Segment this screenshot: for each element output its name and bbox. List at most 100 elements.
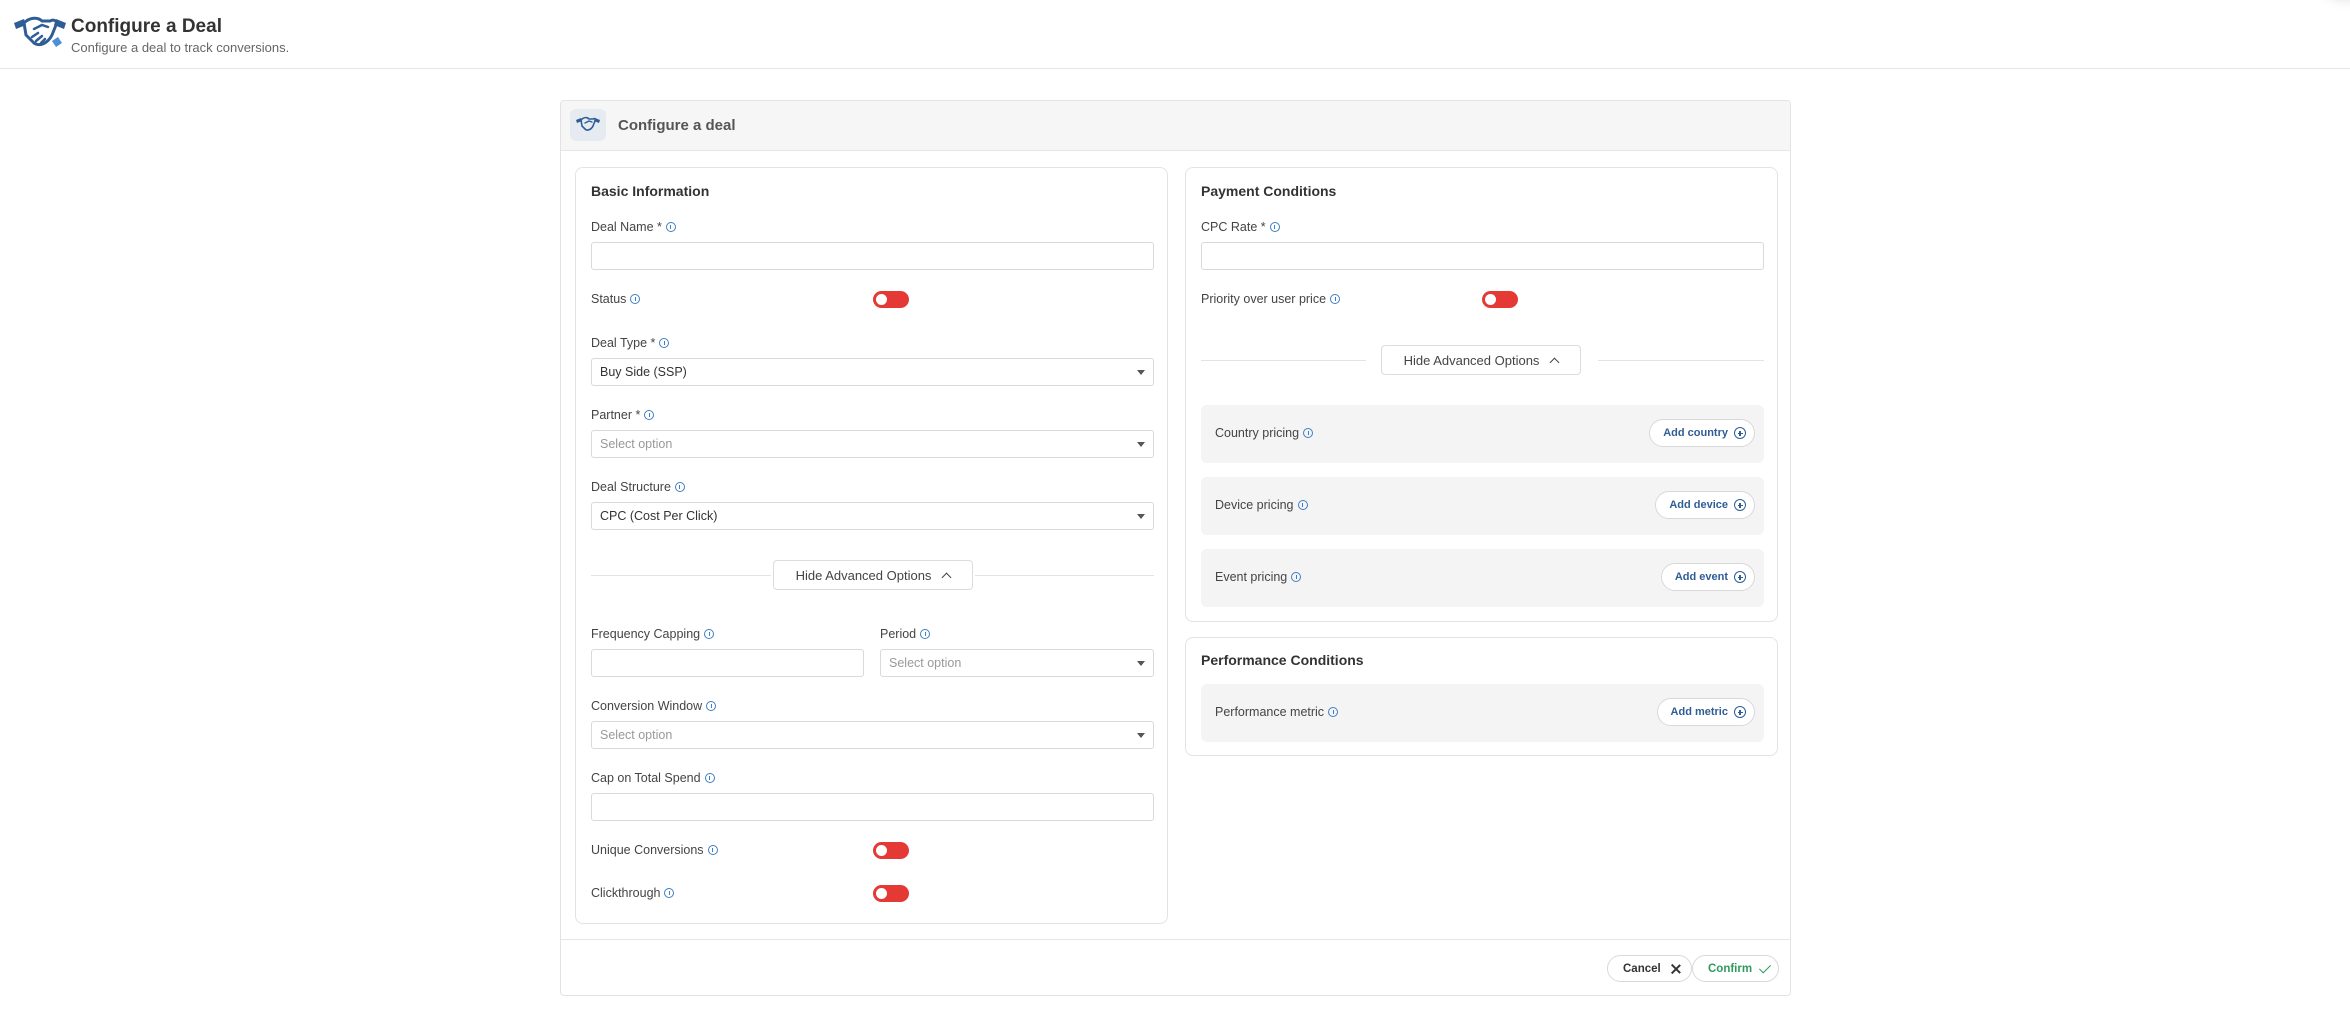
frequency-capping-label: Frequency Capping: [591, 627, 715, 641]
clickthrough-label: Clickthrough: [591, 886, 675, 900]
chevron-up-icon: [941, 572, 952, 582]
app-header: Configure a Deal Configure a deal to tra…: [0, 0, 2350, 69]
info-icon[interactable]: [1297, 500, 1308, 510]
info-icon[interactable]: [1330, 294, 1341, 304]
performance-metric-row: Performance metric Add metric: [1201, 684, 1764, 742]
info-icon[interactable]: [659, 338, 670, 348]
add-device-button[interactable]: Add device: [1655, 491, 1755, 519]
check-icon: [1759, 960, 1772, 974]
country-pricing-label-text: Country pricing: [1215, 426, 1300, 440]
handshake-icon: [14, 16, 66, 47]
caret-down-icon: [1137, 370, 1145, 375]
priority-label-text: Priority over user price: [1201, 292, 1327, 306]
add-country-label: Add country: [1663, 427, 1728, 439]
cpc-rate-label: CPC Rate *: [1201, 220, 1280, 234]
cap-total-spend-label: Cap on Total Spend: [591, 771, 715, 785]
unique-conversions-toggle[interactable]: [873, 842, 909, 859]
handshake-icon: [576, 116, 600, 131]
status-toggle[interactable]: [873, 291, 909, 308]
frequency-capping-input[interactable]: [591, 649, 864, 677]
add-device-label: Add device: [1669, 499, 1728, 511]
cancel-button[interactable]: Cancel: [1607, 955, 1692, 982]
performance-metric-label-text: Performance metric: [1215, 705, 1325, 719]
toggle-knob: [876, 294, 887, 305]
deal-type-label-text: Deal Type *: [591, 336, 656, 350]
card-header-icon-badge: [570, 109, 606, 141]
clickthrough-toggle[interactable]: [873, 885, 909, 902]
cancel-label: Cancel: [1623, 962, 1661, 975]
hide-advanced-options-label: Hide Advanced Options: [795, 567, 932, 583]
deal-structure-select[interactable]: CPC (Cost Per Click): [591, 502, 1154, 530]
payment-conditions-section: Payment Conditions CPC Rate * Priority o…: [1185, 167, 1778, 622]
deal-name-label-text: Deal Name *: [591, 220, 662, 234]
device-pricing-label-text: Device pricing: [1215, 498, 1294, 512]
deal-structure-label-text: Deal Structure: [591, 480, 671, 494]
info-icon[interactable]: [704, 629, 715, 639]
info-icon[interactable]: [664, 888, 675, 898]
add-event-button[interactable]: Add event: [1660, 563, 1755, 591]
add-metric-label: Add metric: [1670, 706, 1728, 718]
deal-type-select[interactable]: Buy Side (SSP): [591, 358, 1154, 386]
deal-type-value: Buy Side (SSP): [600, 365, 687, 379]
info-icon[interactable]: [674, 482, 685, 492]
conversion-window-select[interactable]: Select option: [591, 721, 1154, 749]
conversion-window-label: Conversion Window: [591, 699, 717, 713]
partner-placeholder: Select option: [600, 437, 673, 451]
page-subtitle: Configure a deal to track conversions.: [71, 40, 290, 55]
divider: [591, 575, 771, 576]
cap-total-spend-input[interactable]: [591, 793, 1154, 821]
deal-name-input[interactable]: [591, 242, 1154, 270]
priority-over-user-price-toggle[interactable]: [1482, 291, 1518, 308]
basic-information-section: Basic Information Deal Name * Status Dea…: [575, 167, 1168, 924]
divider: [975, 575, 1154, 576]
info-icon[interactable]: [630, 294, 641, 304]
hide-advanced-options-button[interactable]: Hide Advanced Options: [1381, 345, 1581, 375]
info-icon[interactable]: [920, 629, 931, 639]
deal-type-label: Deal Type *: [591, 336, 670, 350]
section-title: Payment Conditions: [1201, 183, 1337, 199]
unique-conversions-label-text: Unique Conversions: [591, 843, 704, 857]
clickthrough-label-text: Clickthrough: [591, 886, 661, 900]
info-icon[interactable]: [644, 410, 655, 420]
cpc-rate-input[interactable]: [1201, 242, 1764, 270]
card-header: Configure a deal: [561, 101, 1790, 151]
cpc-rate-label-text: CPC Rate *: [1201, 220, 1266, 234]
event-pricing-label: Event pricing: [1215, 570, 1302, 584]
info-icon[interactable]: [665, 222, 676, 232]
plus-circle-icon: [1734, 571, 1746, 583]
deal-name-label: Deal Name *: [591, 220, 676, 234]
performance-metric-label: Performance metric: [1215, 705, 1339, 719]
chevron-up-icon: [1549, 357, 1560, 367]
info-icon[interactable]: [706, 701, 717, 711]
plus-circle-icon: [1734, 427, 1746, 439]
partner-select[interactable]: Select option: [591, 430, 1154, 458]
hide-advanced-options-button[interactable]: Hide Advanced Options: [773, 560, 973, 590]
info-icon[interactable]: [704, 773, 715, 783]
conversion-window-label-text: Conversion Window: [591, 699, 703, 713]
info-icon[interactable]: [707, 845, 718, 855]
period-label: Period: [880, 627, 931, 641]
info-icon[interactable]: [1303, 428, 1314, 438]
page-title: Configure a Deal: [71, 16, 222, 37]
add-metric-button[interactable]: Add metric: [1656, 698, 1755, 726]
divider: [1201, 360, 1366, 361]
footer-divider: [561, 939, 1790, 940]
frequency-capping-label-text: Frequency Capping: [591, 627, 701, 641]
caret-down-icon: [1137, 733, 1145, 738]
info-icon[interactable]: [1328, 707, 1339, 717]
confirm-button[interactable]: Confirm: [1692, 955, 1780, 982]
period-select[interactable]: Select option: [880, 649, 1154, 677]
info-icon[interactable]: [1269, 222, 1280, 232]
status-label: Status: [591, 292, 641, 306]
conversion-window-placeholder: Select option: [600, 728, 673, 742]
info-icon[interactable]: [1291, 572, 1302, 582]
section-title: Performance Conditions: [1201, 652, 1364, 668]
deal-structure-label: Deal Structure: [591, 480, 685, 494]
period-placeholder: Select option: [889, 656, 962, 670]
toggle-knob: [1485, 294, 1496, 305]
configure-deal-card: Configure a deal Basic Information Deal …: [560, 100, 1791, 996]
add-country-button[interactable]: Add country: [1649, 419, 1755, 447]
caret-down-icon: [1137, 514, 1145, 519]
event-pricing-row: Event pricing Add event: [1201, 549, 1764, 607]
plus-circle-icon: [1734, 499, 1746, 511]
